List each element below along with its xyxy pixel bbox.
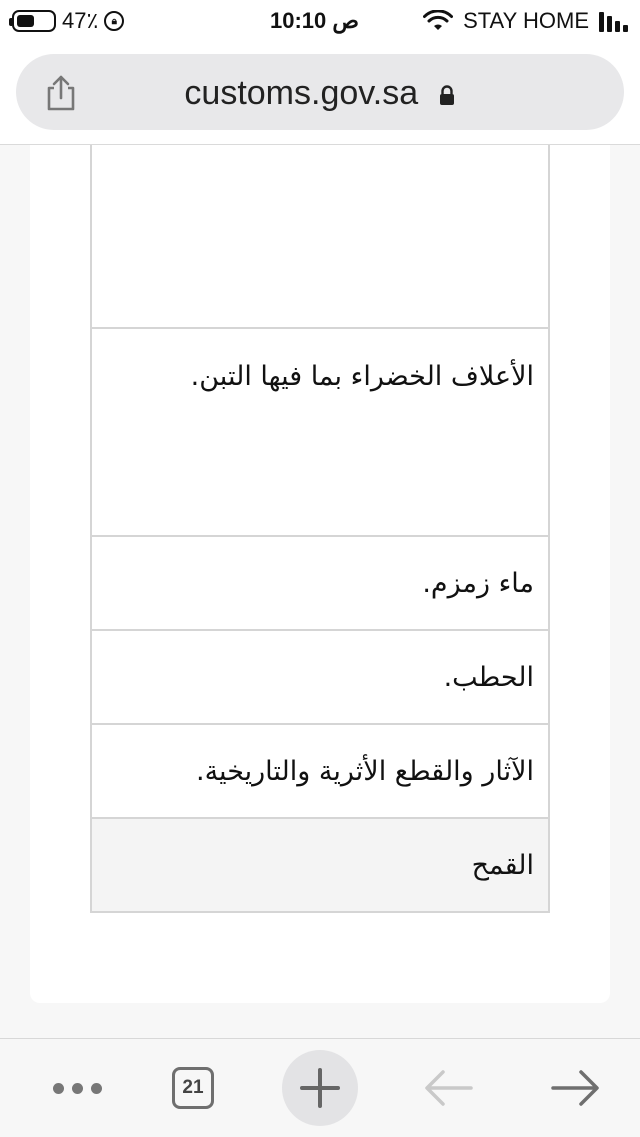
new-tab-button[interactable]: [282, 1050, 358, 1126]
tab-count: 21: [182, 1077, 204, 1098]
plus-icon: [300, 1068, 340, 1108]
table-row: [90, 145, 550, 329]
table-cell: الأعلاف الخضراء بما فيها التبن.: [90, 328, 550, 537]
cell-text: الحطب.: [443, 661, 534, 693]
url-display[interactable]: customs.gov.sa: [16, 74, 624, 113]
table-cell: القمح: [90, 818, 550, 913]
cell-text: ماء زمزم.: [422, 567, 534, 599]
cell-text: القمح: [471, 849, 534, 881]
lock-icon: [439, 85, 454, 106]
url-text: customs.gov.sa: [184, 74, 419, 112]
rotation-lock-icon: 🔒︎: [104, 11, 125, 31]
forward-arrow-icon: [551, 1070, 599, 1106]
restricted-items-table: الأعلاف الخضراء بما فيها التبن. ماء زمزم…: [90, 145, 550, 913]
status-time: 10:10 ص: [270, 8, 359, 33]
table-row: الأعلاف الخضراء بما فيها التبن.: [90, 328, 550, 537]
forward-button[interactable]: [538, 1051, 612, 1125]
browser-address-area: customs.gov.sa: [0, 44, 640, 145]
browser-toolbar: 21: [0, 1038, 640, 1137]
cell-text: الآثار والقطع الأثرية والتاريخية.: [195, 755, 534, 787]
battery-icon: [9, 10, 56, 32]
signal-icon: [599, 10, 628, 32]
tabs-button[interactable]: 21: [160, 1051, 226, 1125]
carrier-name: STAY HOME: [463, 8, 589, 33]
more-button[interactable]: [40, 1051, 114, 1125]
back-button[interactable]: [412, 1051, 486, 1125]
table-cell: الآثار والقطع الأثرية والتاريخية.: [90, 724, 550, 819]
table-cell: الحطب.: [90, 630, 550, 725]
cell-text: الأعلاف الخضراء بما فيها التبن.: [190, 361, 534, 392]
table-cell: [90, 145, 550, 329]
address-bar[interactable]: customs.gov.sa: [16, 54, 624, 130]
table-row: الآثار والقطع الأثرية والتاريخية.: [90, 724, 550, 819]
tabs-icon: 21: [172, 1067, 214, 1109]
back-arrow-icon: [425, 1070, 473, 1106]
more-icon-dot: [71, 1082, 83, 1094]
battery-percent: 47٪: [62, 8, 99, 33]
table-row: الحطب.: [90, 630, 550, 725]
table-cell: ماء زمزم.: [90, 536, 550, 631]
more-icon: [52, 1082, 64, 1094]
table-row: القمح: [90, 818, 550, 913]
status-left: 47٪ 🔒︎: [9, 8, 125, 34]
table-row: ماء زمزم.: [90, 536, 550, 631]
more-icon-dot: [90, 1082, 102, 1094]
status-bar: 47٪ 🔒︎ 10:10 ص STAY HOME: [0, 0, 640, 44]
status-right: STAY HOME: [423, 8, 628, 34]
wifi-icon: [423, 10, 454, 30]
page-content: الأعلاف الخضراء بما فيها التبن. ماء زمزم…: [30, 145, 610, 1003]
